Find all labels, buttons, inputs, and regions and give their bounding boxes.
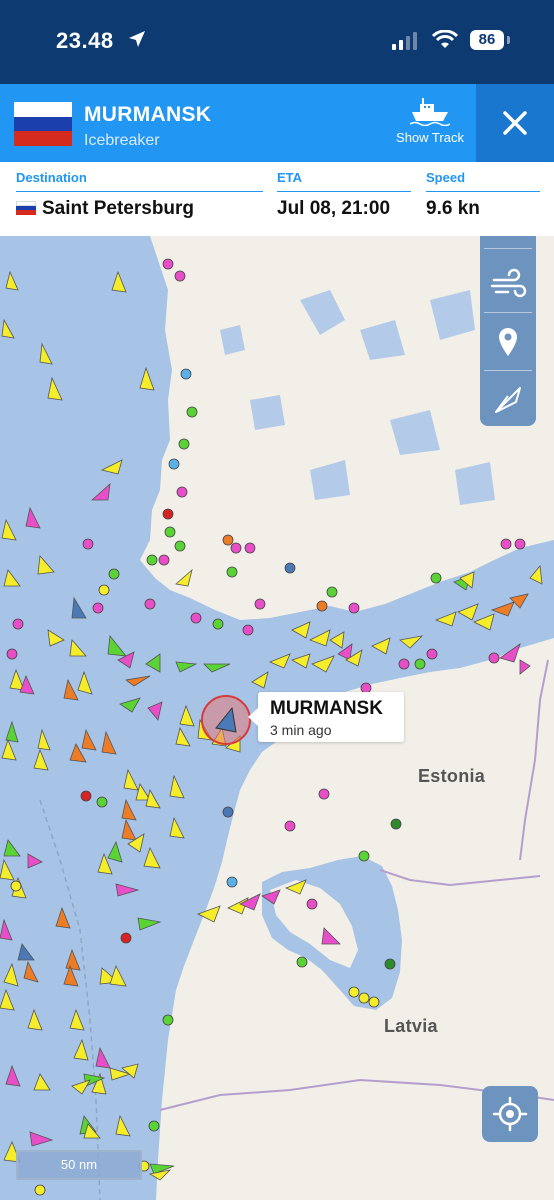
- places-button[interactable]: [480, 314, 536, 370]
- country-label-estonia: Estonia: [418, 766, 486, 786]
- control-separator: [484, 312, 532, 313]
- flag-stripe-white: [14, 102, 72, 117]
- battery-cap: [507, 36, 510, 44]
- eta-column: ETA Jul 08, 21:00: [277, 170, 411, 220]
- weather-button[interactable]: [480, 256, 536, 312]
- locate-me-button[interactable]: [482, 1086, 538, 1142]
- ship-icon: [410, 98, 450, 126]
- speed-column: Speed 9.6 kn: [426, 170, 540, 220]
- scale-bar: 50 nm: [16, 1150, 142, 1180]
- scale-label: 50 nm: [60, 1157, 98, 1172]
- russia-flag-small: [16, 201, 36, 215]
- control-separator: [484, 370, 532, 371]
- vessel-name: MURMANSK: [84, 103, 212, 126]
- wifi-icon: [432, 30, 458, 48]
- battery-indicator: 86: [470, 30, 504, 50]
- eta-label: ETA: [277, 170, 411, 192]
- location-arrow-icon: [129, 31, 145, 47]
- show-track-label: Show Track: [396, 130, 464, 145]
- destination-value-row: Saint Petersburg: [16, 198, 263, 220]
- compass-icon: [495, 387, 521, 413]
- close-button[interactable]: [476, 84, 554, 162]
- status-bar: 23.48 86: [0, 0, 554, 84]
- russia-flag: [14, 102, 72, 146]
- destination-column: Destination Saint Petersburg: [16, 170, 263, 220]
- show-track-button[interactable]: Show Track: [388, 92, 472, 154]
- voyage-info-bar: Destination Saint Petersburg ETA Jul 08,…: [0, 162, 554, 236]
- vessel-label-name: MURMANSK: [270, 698, 383, 719]
- map-pin-icon: [499, 328, 517, 356]
- flag-stripe-red: [16, 210, 36, 215]
- flag-stripe-blue: [14, 116, 72, 132]
- vessel-type: Icebreaker: [84, 132, 160, 149]
- signal-icon: [392, 32, 417, 50]
- destination-value: Saint Petersburg: [42, 198, 195, 219]
- eta-value: Jul 08, 21:00: [277, 198, 391, 219]
- wind-icon: [490, 268, 527, 298]
- status-time: 23.48: [56, 28, 114, 53]
- control-separator: [484, 248, 532, 249]
- vessel-label-time: 3 min ago: [270, 722, 332, 738]
- speed-value: 9.6 kn: [426, 198, 480, 219]
- flag-stripe-red: [14, 131, 72, 146]
- destination-label: Destination: [16, 170, 263, 192]
- speed-label: Speed: [426, 170, 540, 192]
- country-label-latvia: Latvia: [384, 1016, 438, 1036]
- close-icon: [503, 111, 527, 135]
- crosshair-icon: [492, 1096, 528, 1132]
- vessel-map-label[interactable]: MURMANSK 3 min ago: [248, 692, 404, 742]
- measure-button[interactable]: [480, 372, 536, 428]
